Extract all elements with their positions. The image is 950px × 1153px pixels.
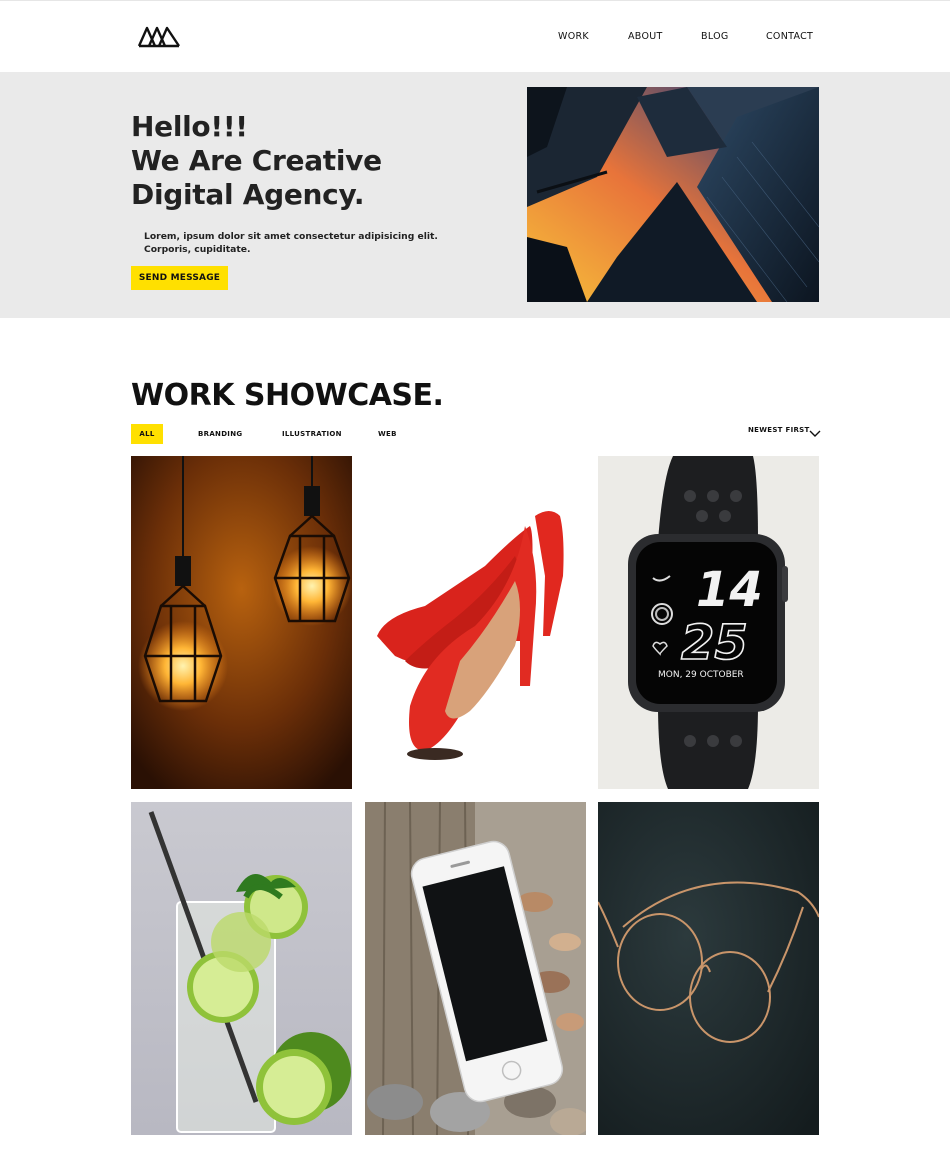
hero-image xyxy=(527,87,819,302)
showcase-item-phone[interactable] xyxy=(365,802,586,1135)
nav-about-link[interactable]: ABOUT xyxy=(628,31,663,42)
hero-title-line-3: Digital Agency. xyxy=(131,178,365,211)
watch-date-text: MON, 29 OCTOBER xyxy=(658,670,744,680)
showcase-title: WORK SHOWCASE. xyxy=(131,378,444,413)
showcase-item-drink[interactable] xyxy=(131,802,352,1135)
showcase-item-glasses[interactable] xyxy=(598,802,819,1135)
showcase-item-lamps[interactable] xyxy=(131,456,352,789)
lime-drink-photo xyxy=(131,802,352,1135)
hero-title-line-1: Hello!!! xyxy=(131,110,248,143)
filter-web-tab[interactable]: WEB xyxy=(378,424,397,444)
send-message-button[interactable]: SEND MESSAGE xyxy=(131,266,228,290)
showcase-item-heels[interactable] xyxy=(365,456,586,789)
sort-dropdown[interactable]: NEWEST FIRST xyxy=(748,426,810,434)
site-header: WORK ABOUT BLOG CONTACT xyxy=(0,0,950,72)
chevron-down-icon[interactable] xyxy=(809,430,821,438)
nav-contact-link[interactable]: CONTACT xyxy=(766,31,813,42)
smartphone-photo xyxy=(365,802,586,1135)
eyeglasses-photo xyxy=(598,802,819,1135)
watch-hour-text: 14 xyxy=(696,562,763,618)
filter-all-tab[interactable]: ALL xyxy=(131,424,163,444)
watch-minute-text: 25 xyxy=(681,615,748,671)
nav-work-link[interactable]: WORK xyxy=(558,31,589,42)
hero-title-line-2: We Are Creative xyxy=(131,144,382,177)
skyscrapers-photo xyxy=(527,87,819,302)
hero-description: Lorem, ipsum dolor sit amet consectetur … xyxy=(144,231,438,255)
red-heels-photo xyxy=(365,456,586,789)
pendant-lamps-photo xyxy=(131,456,352,789)
hero-title: Hello!!! We Are Creative Digital Agency. xyxy=(131,110,382,212)
filter-branding-tab[interactable]: BRANDING xyxy=(198,424,242,444)
filter-illustration-tab[interactable]: ILLUSTRATION xyxy=(282,424,342,444)
showcase-item-watch[interactable]: 14 25 MON, 29 OCTOBER xyxy=(598,456,819,789)
hero-section: Hello!!! We Are Creative Digital Agency.… xyxy=(0,72,950,318)
nav-blog-link[interactable]: BLOG xyxy=(701,31,729,42)
m-logo-icon[interactable] xyxy=(137,22,181,50)
smartwatch-photo: 14 25 MON, 29 OCTOBER xyxy=(598,456,819,789)
